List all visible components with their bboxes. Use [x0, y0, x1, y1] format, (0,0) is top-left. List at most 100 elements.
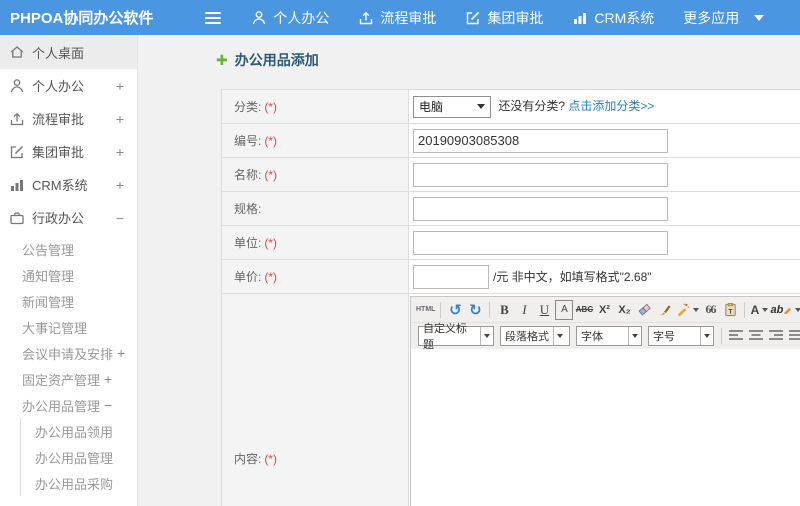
- sidebar-item-group-approval[interactable]: 集团审批 +: [0, 135, 137, 168]
- align-right-button[interactable]: [767, 326, 785, 346]
- align-left-button[interactable]: [727, 326, 745, 346]
- text-border-button[interactable]: A: [555, 299, 574, 320]
- nav-crm-system[interactable]: CRM系统: [572, 8, 654, 28]
- paste-text-button[interactable]: T: [721, 300, 739, 320]
- sidebar-subitem-supplies-manage[interactable]: 办公用品管理: [21, 444, 137, 470]
- italic-button[interactable]: I: [515, 300, 533, 320]
- expand-plus-icon[interactable]: +: [117, 345, 125, 361]
- underline-button[interactable]: U: [535, 300, 553, 320]
- spec-label: 规格:: [234, 202, 262, 216]
- collapse-minus-icon[interactable]: −: [116, 210, 124, 226]
- heading-dropdown[interactable]: 自定义标题: [418, 323, 494, 351]
- sidebar-subitem-meetings[interactable]: 会议申请及安排 +: [0, 340, 137, 366]
- expand-plus-icon[interactable]: +: [116, 111, 124, 127]
- sidebar-item-label: 个人桌面: [32, 45, 85, 61]
- required-marker: (*): [264, 270, 278, 284]
- sidebar-item-process-approval[interactable]: 流程审批 +: [0, 102, 137, 135]
- category-hint: 还没有分类?: [498, 98, 566, 113]
- sidebar-subitem-news[interactable]: 新闻管理: [0, 288, 137, 314]
- expand-plus-icon[interactable]: +: [116, 177, 124, 193]
- nav-label: 更多应用: [683, 9, 740, 26]
- collapse-minus-icon[interactable]: −: [104, 397, 112, 413]
- expand-plus-icon[interactable]: +: [116, 78, 124, 94]
- sidebar-item-label: 集团审批: [32, 145, 85, 160]
- unit-input[interactable]: [413, 230, 668, 255]
- required-marker: (*): [264, 134, 278, 148]
- font-color-button[interactable]: A: [750, 300, 769, 320]
- category-select[interactable]: 电脑: [413, 95, 491, 118]
- form-row-name: 名称: (*): [221, 157, 800, 192]
- rich-text-editor: HTML ↺ ↻ B I U A ABC X² X₂ 66 T A ab 自定义…: [410, 296, 800, 506]
- sidebar-item-personal-desktop[interactable]: 个人桌面: [0, 35, 137, 69]
- sidebar-subitem-supplies-purchase[interactable]: 办公用品采购: [21, 470, 137, 496]
- eraser-button[interactable]: [635, 300, 653, 320]
- form-row-unit: 单位: (*): [221, 225, 800, 260]
- name-input[interactable]: [413, 162, 668, 187]
- user-icon: [251, 10, 267, 26]
- sidebar-item-label: 流程审批: [32, 112, 85, 127]
- flow-icon: [358, 10, 374, 26]
- paragraph-format-dropdown[interactable]: 段落格式: [500, 326, 570, 346]
- caret-down-icon: [795, 307, 800, 312]
- nav-more-apps[interactable]: 更多应用: [683, 8, 739, 28]
- sidebar-subitem-supplies-claim[interactable]: 办公用品领用: [21, 418, 137, 444]
- sidebar-item-label: 行政办公: [32, 211, 85, 226]
- subscript-button[interactable]: X₂: [615, 300, 633, 320]
- sidebar-item-personal-office[interactable]: 个人办公 +: [0, 69, 137, 102]
- sidebar-subitem-fixed-assets[interactable]: 固定资产管理 +: [0, 366, 137, 392]
- code-input[interactable]: [413, 128, 668, 153]
- undo-button[interactable]: ↺: [446, 300, 464, 320]
- nav-personal-office[interactable]: 个人办公: [251, 8, 329, 28]
- user-icon: [9, 78, 25, 94]
- align-center-button[interactable]: [747, 326, 765, 346]
- editor-toolbar-row2: 自定义标题 段落格式 字体 字号: [411, 323, 800, 351]
- edit-icon: [465, 10, 481, 26]
- price-input[interactable]: [413, 264, 489, 289]
- sidebar-subitem-notices[interactable]: 通知管理: [0, 262, 137, 288]
- strikethrough-button[interactable]: ABC: [575, 300, 593, 320]
- sidebar-item-admin-office[interactable]: 行政办公 −: [0, 201, 137, 234]
- editor-content-area[interactable]: [411, 349, 800, 506]
- nav-label: 个人办公: [273, 9, 330, 26]
- add-category-link[interactable]: 点击添加分类>>: [568, 99, 654, 113]
- top-bar: PHPOA协同办公软件 个人办公 流程审批 集团审批 CRM系统 更多应用: [0, 0, 800, 35]
- required-marker: (*): [264, 452, 278, 466]
- nav-label: 集团审批: [487, 9, 544, 26]
- caret-down-icon: [628, 327, 641, 345]
- redo-button[interactable]: ↻: [466, 300, 484, 320]
- superscript-button[interactable]: X²: [595, 300, 613, 320]
- expand-plus-icon[interactable]: +: [116, 144, 124, 160]
- source-code-button[interactable]: HTML: [416, 300, 435, 320]
- sidebar-item-crm-system[interactable]: CRM系统 +: [0, 168, 137, 201]
- price-label: 单价:: [234, 270, 262, 284]
- expand-plus-icon[interactable]: +: [104, 371, 112, 387]
- category-label: 分类:: [234, 100, 262, 114]
- sidebar-subitem-office-supplies[interactable]: 办公用品管理 −: [0, 392, 137, 418]
- caret-down-icon: [693, 307, 700, 312]
- font-size-dropdown[interactable]: 字号: [648, 326, 714, 346]
- quick-format-button[interactable]: [675, 300, 700, 320]
- main-content: ✚ 办公用品添加 分类: (*) 电脑 还没有分类? 点击添加分类>> 编号: …: [138, 35, 800, 506]
- sidebar-item-label: 个人办公: [32, 79, 85, 94]
- format-brush-button[interactable]: [655, 300, 673, 320]
- nav-process-approval[interactable]: 流程审批: [358, 8, 436, 28]
- highlight-color-button[interactable]: ab: [770, 300, 800, 320]
- caret-down-icon[interactable]: [754, 14, 765, 21]
- nav-label: CRM系统: [594, 9, 655, 26]
- caret-down-icon: [553, 327, 566, 345]
- align-justify-button[interactable]: [787, 326, 800, 346]
- home-icon: [9, 44, 25, 60]
- flow-icon: [9, 111, 25, 127]
- hamburger-menu-icon[interactable]: [205, 11, 222, 24]
- sidebar-subitem-events[interactable]: 大事记管理: [0, 314, 137, 340]
- code-label: 编号:: [234, 134, 262, 148]
- nav-label: 流程审批: [380, 9, 437, 26]
- spec-input[interactable]: [413, 196, 668, 221]
- top-nav: 个人办公 流程审批 集团审批 CRM系统 更多应用: [251, 8, 765, 28]
- name-label: 名称:: [234, 168, 262, 182]
- blockquote-button[interactable]: 66: [701, 300, 719, 320]
- nav-group-approval[interactable]: 集团审批: [465, 8, 543, 28]
- font-family-dropdown[interactable]: 字体: [576, 326, 642, 346]
- bold-button[interactable]: B: [495, 300, 513, 320]
- sidebar-subitem-announcements[interactable]: 公告管理: [0, 236, 137, 262]
